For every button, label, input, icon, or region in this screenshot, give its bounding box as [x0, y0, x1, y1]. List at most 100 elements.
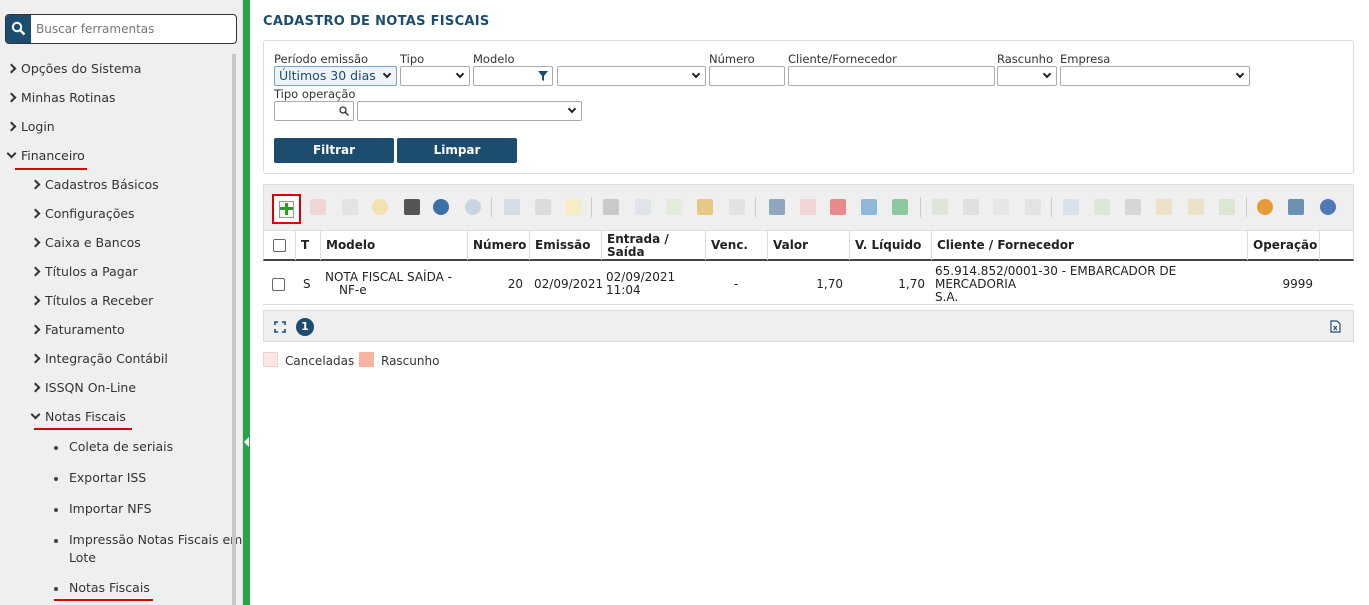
sidebar-item-label: Integração Contábil — [45, 351, 168, 366]
window-icon[interactable] — [963, 199, 979, 215]
column-header-venc[interactable]: Venc. — [706, 231, 768, 260]
add-window-icon[interactable] — [1288, 199, 1304, 215]
legend-label-rascunho: Rascunho — [381, 354, 440, 368]
bullet-icon — [54, 446, 58, 450]
delete-icon[interactable] — [310, 199, 326, 215]
page-icon[interactable] — [1025, 199, 1041, 215]
empresa-select[interactable] — [1060, 66, 1250, 86]
transfer-icon[interactable] — [1094, 199, 1110, 215]
nfse-cancel-icon[interactable] — [830, 199, 846, 215]
edit-document-icon[interactable] — [1188, 199, 1204, 215]
cell-cliente-line2: S.A. — [935, 289, 959, 304]
zoom-in-icon[interactable] — [433, 199, 449, 215]
chevron-right-icon — [30, 266, 41, 277]
cell-venc: - — [733, 276, 739, 291]
sidebar-item-label: Exportar ISS — [69, 470, 147, 485]
add-button[interactable] — [272, 194, 301, 224]
cell-emissao: 02/09/2021 — [534, 276, 604, 291]
legend-swatch-canceladas — [263, 352, 278, 367]
numero-input[interactable] — [709, 66, 785, 86]
cell-modelo-line2: NF-e — [339, 283, 367, 297]
table-icon[interactable] — [1063, 199, 1079, 215]
search-input[interactable] — [36, 15, 234, 43]
modelo-filter-input[interactable] — [473, 66, 553, 86]
sidebar-item-label: ISSQN On-Line — [45, 380, 137, 395]
rascunho-select[interactable] — [997, 66, 1057, 86]
refresh-icon[interactable] — [1257, 199, 1273, 215]
email-icon[interactable] — [769, 199, 785, 215]
sidebar-item-label: Opções do Sistema — [21, 61, 142, 76]
import-icon[interactable] — [666, 199, 682, 215]
copy-icon[interactable] — [635, 199, 651, 215]
export-excel-icon[interactable] — [1330, 320, 1341, 333]
sidebar-item-label: Impressão Notas Fiscais em — [69, 532, 243, 547]
page-number-button[interactable]: 1 — [296, 318, 314, 336]
filtrar-button[interactable]: Filtrar — [274, 138, 394, 163]
numero-label: Número — [709, 52, 755, 66]
periodo-select[interactable]: Últimos 30 dias — [274, 66, 397, 86]
sidebar-scrollbar[interactable] — [232, 54, 236, 605]
blank-window-icon[interactable] — [993, 199, 1009, 215]
filter-panel: Período emissão Tipo Modelo Número Clien… — [263, 40, 1354, 174]
chevron-right-icon — [30, 324, 41, 335]
tipo-label: Tipo — [400, 52, 425, 66]
modelo-select[interactable] — [557, 66, 706, 86]
document-export-icon[interactable] — [932, 199, 948, 215]
cell-numero: 20 — [507, 276, 523, 291]
search-button[interactable] — [6, 15, 31, 43]
column-header-numero[interactable]: Número — [468, 231, 530, 260]
info-icon[interactable] — [372, 199, 388, 215]
help-icon[interactable] — [1320, 199, 1336, 215]
search-icon — [11, 21, 26, 36]
sort-az-icon[interactable] — [404, 199, 420, 215]
column-header-entrada-line2: Saída — [607, 244, 645, 259]
tipo-select[interactable] — [400, 66, 470, 86]
limpar-button[interactable]: Limpar — [397, 138, 517, 163]
column-header-modelo[interactable]: Modelo — [321, 231, 468, 260]
chevron-down-icon — [1235, 69, 1245, 79]
cell-modelo: NOTA FISCAL SAÍDA - NF-e — [325, 263, 465, 305]
column-header-v-liquido[interactable]: V. Líquido — [850, 231, 932, 260]
upload-icon[interactable] — [697, 199, 713, 215]
sidebar-item-label: Títulos a Receber — [45, 293, 154, 308]
expand-icon[interactable] — [274, 321, 286, 333]
zoom-out-icon[interactable] — [465, 199, 481, 215]
column-header-cliente-fornecedor[interactable]: Cliente / Fornecedor — [932, 231, 1248, 260]
edit-icon[interactable] — [342, 199, 358, 215]
report-icon[interactable] — [1156, 199, 1172, 215]
chevron-down-icon — [455, 69, 465, 79]
empresa-label: Empresa — [1060, 52, 1111, 66]
column-header-emissao[interactable]: Emissão — [530, 231, 602, 260]
export-icon[interactable] — [729, 199, 745, 215]
column-header-t[interactable]: T — [296, 231, 321, 260]
collapse-arrow-icon[interactable] — [244, 437, 249, 447]
sidebar-splitter[interactable] — [243, 0, 250, 605]
forward-icon[interactable] — [1219, 199, 1235, 215]
cliente-input[interactable] — [788, 66, 995, 86]
active-underline — [15, 168, 87, 170]
filter-icon[interactable] — [538, 71, 548, 81]
tipo-operacao-search-input[interactable] — [274, 101, 354, 121]
cte-download-icon[interactable] — [892, 199, 908, 215]
tipo-operacao-select[interactable] — [357, 101, 582, 121]
nfe-download-icon[interactable] — [861, 199, 877, 215]
column-header-valor[interactable]: Valor — [768, 231, 850, 260]
column-header-operacao[interactable]: Operação — [1248, 231, 1320, 260]
nfse-icon[interactable] — [800, 199, 816, 215]
folder-icon[interactable] — [565, 199, 581, 215]
chevron-down-icon — [30, 409, 41, 420]
search-icon[interactable] — [339, 106, 349, 116]
page-title: CADASTRO DE NOTAS FISCAIS — [263, 14, 490, 29]
link-icon[interactable] — [504, 199, 520, 215]
row-checkbox[interactable] — [272, 277, 285, 291]
chevron-down-icon — [691, 69, 701, 79]
active-underline — [34, 428, 132, 430]
chevron-right-icon — [30, 295, 41, 306]
grid-icon[interactable] — [535, 199, 551, 215]
column-header-entrada-saida[interactable]: Entrada / Saída — [602, 231, 706, 260]
table-row[interactable]: S NOTA FISCAL SAÍDA - NF-e 20 02/09/2021… — [263, 263, 1354, 305]
barcode-icon[interactable] — [603, 199, 619, 215]
grid-toolbar — [263, 184, 1354, 230]
print-icon[interactable] — [1125, 199, 1141, 215]
select-all-checkbox[interactable] — [273, 239, 286, 252]
